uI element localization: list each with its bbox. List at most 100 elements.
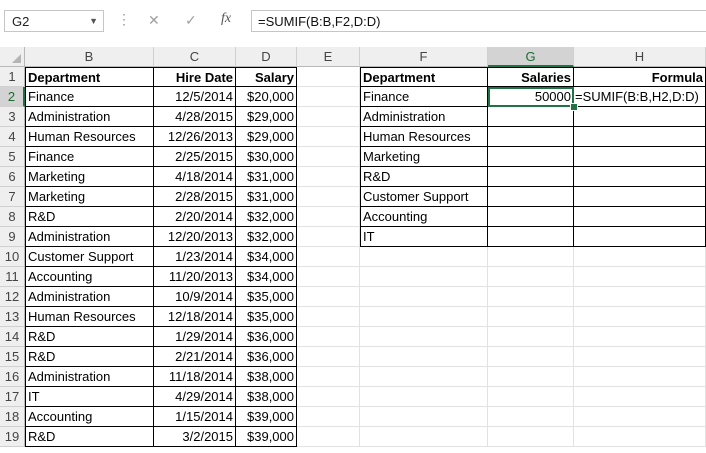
table-cell[interactable]: Human Resources [25, 127, 154, 147]
cell[interactable] [574, 347, 706, 367]
column-header-b[interactable]: B [25, 47, 154, 67]
cell[interactable] [297, 127, 360, 147]
table-cell[interactable]: 4/18/2014 [154, 167, 236, 187]
row-header-16[interactable]: 16 [0, 367, 25, 387]
cell[interactable] [360, 407, 488, 427]
cell[interactable] [488, 387, 574, 407]
cell[interactable] [574, 247, 706, 267]
cancel-icon[interactable]: ✕ [148, 12, 160, 29]
row-header-17[interactable]: 17 [0, 387, 25, 407]
summary-cell[interactable] [488, 127, 574, 147]
table-cell[interactable]: 4/29/2014 [154, 387, 236, 407]
summary-cell[interactable]: Human Resources [360, 127, 488, 147]
summary-cell[interactable]: R&D [360, 167, 488, 187]
cell[interactable] [297, 207, 360, 227]
summary-cell[interactable] [574, 147, 706, 167]
cell[interactable] [574, 407, 706, 427]
row-header-4[interactable]: 4 [0, 127, 25, 147]
cell[interactable] [488, 427, 574, 447]
summary-cell[interactable] [574, 227, 706, 247]
table-cell[interactable]: R&D [25, 207, 154, 227]
column-header-c[interactable]: C [154, 47, 236, 67]
table-cell[interactable]: $36,000 [236, 347, 297, 367]
row-header-10[interactable]: 10 [0, 247, 25, 267]
table-cell[interactable]: 2/21/2014 [154, 347, 236, 367]
table-cell[interactable]: 12/5/2014 [154, 87, 236, 107]
cell[interactable] [488, 327, 574, 347]
spreadsheet-grid[interactable]: B C D E F G H 1 2 3 4 5 6 7 8 9 10 11 12 13 14 15 16 17 18 19 Depa… [0, 47, 706, 453]
cell[interactable] [574, 287, 706, 307]
table-cell[interactable]: 11/20/2013 [154, 267, 236, 287]
summary-cell[interactable] [488, 167, 574, 187]
table-cell[interactable]: $32,000 [236, 207, 297, 227]
table-cell[interactable]: Accounting [25, 407, 154, 427]
chevron-down-icon[interactable]: ▼ [89, 16, 98, 26]
cell[interactable] [297, 87, 360, 107]
summary-cell[interactable] [488, 227, 574, 247]
insert-function-icon[interactable]: fx [221, 11, 231, 27]
table-cell[interactable]: $39,000 [236, 407, 297, 427]
formula-input[interactable]: =SUMIF(B:B,F2,D:D) [251, 10, 706, 32]
row-header-11[interactable]: 11 [0, 267, 25, 287]
cell[interactable] [360, 387, 488, 407]
row-header-12[interactable]: 12 [0, 287, 25, 307]
cell[interactable] [488, 347, 574, 367]
table-cell[interactable]: $29,000 [236, 127, 297, 147]
table-cell[interactable]: Administration [25, 367, 154, 387]
summary-cell[interactable]: IT [360, 227, 488, 247]
cell[interactable] [360, 327, 488, 347]
summary-cell[interactable]: Finance [360, 87, 488, 107]
table-cell[interactable]: $31,000 [236, 187, 297, 207]
row-header-18[interactable]: 18 [0, 407, 25, 427]
row-header-8[interactable]: 8 [0, 207, 25, 227]
summary-cell[interactable] [488, 107, 574, 127]
table-cell[interactable]: $35,000 [236, 287, 297, 307]
column-header-h[interactable]: H [574, 47, 706, 67]
summary-cell[interactable]: Accounting [360, 207, 488, 227]
cell[interactable] [574, 367, 706, 387]
cell[interactable] [297, 327, 360, 347]
row-header-15[interactable]: 15 [0, 347, 25, 367]
table-cell[interactable]: $36,000 [236, 327, 297, 347]
row-header-2[interactable]: 2 [0, 87, 25, 107]
table-cell[interactable]: Finance [25, 147, 154, 167]
table-cell[interactable]: Customer Support [25, 247, 154, 267]
column-header-f[interactable]: F [360, 47, 488, 67]
table-cell[interactable]: Marketing [25, 167, 154, 187]
table-cell[interactable]: Human Resources [25, 307, 154, 327]
summary-cell[interactable] [574, 107, 706, 127]
column-header-d[interactable]: D [236, 47, 297, 67]
table-cell[interactable]: $34,000 [236, 267, 297, 287]
table-cell[interactable]: Administration [25, 227, 154, 247]
table-cell[interactable]: $34,000 [236, 247, 297, 267]
column-header-e[interactable]: E [297, 47, 360, 67]
cell[interactable] [360, 367, 488, 387]
cell[interactable] [360, 267, 488, 287]
cell[interactable] [297, 427, 360, 447]
summary-cell[interactable]: =SUMIF(B:B,H2,D:D) [574, 87, 706, 107]
table-cell[interactable]: Administration [25, 107, 154, 127]
table-cell[interactable]: 4/28/2015 [154, 107, 236, 127]
table-cell[interactable]: $35,000 [236, 307, 297, 327]
summary-cell[interactable] [488, 207, 574, 227]
cell[interactable] [574, 387, 706, 407]
cell[interactable] [297, 367, 360, 387]
cell[interactable] [297, 187, 360, 207]
cell[interactable] [360, 347, 488, 367]
row-header-9[interactable]: 9 [0, 227, 25, 247]
table-cell[interactable]: $38,000 [236, 387, 297, 407]
table-cell[interactable]: 11/18/2014 [154, 367, 236, 387]
cell[interactable] [488, 307, 574, 327]
table-cell[interactable]: $31,000 [236, 167, 297, 187]
cell[interactable] [297, 387, 360, 407]
table-cell[interactable]: $20,000 [236, 87, 297, 107]
cell[interactable] [297, 407, 360, 427]
summary-cell[interactable] [488, 147, 574, 167]
row-header-19[interactable]: 19 [0, 427, 25, 447]
table-cell[interactable]: 1/29/2014 [154, 327, 236, 347]
cell[interactable] [488, 367, 574, 387]
table-cell[interactable]: 3/2/2015 [154, 427, 236, 447]
table-cell[interactable]: IT [25, 387, 154, 407]
row-header-13[interactable]: 13 [0, 307, 25, 327]
table-cell[interactable]: R&D [25, 347, 154, 367]
